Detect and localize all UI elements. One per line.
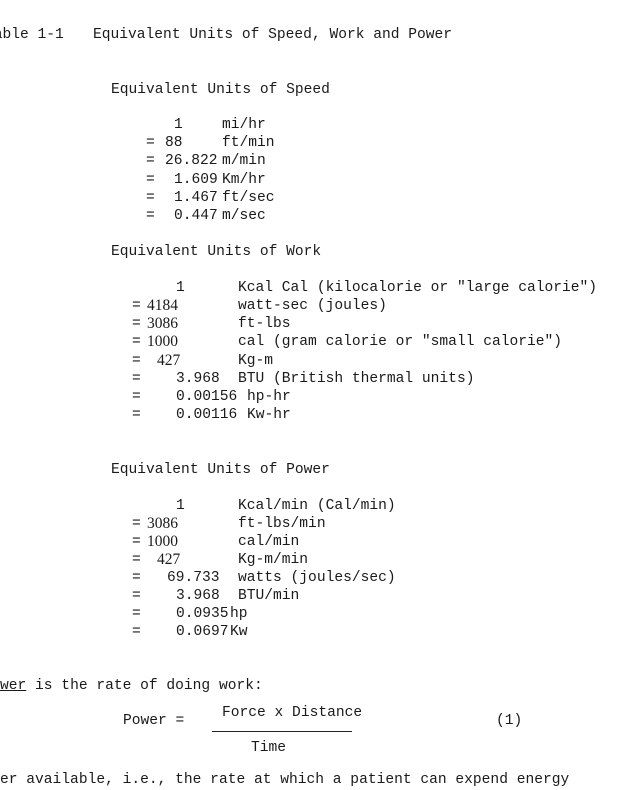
row-unit: Kcal/min (Cal/min): [238, 498, 396, 514]
equals-sign: =: [146, 172, 155, 188]
row-unit: Kw-hr: [247, 407, 291, 423]
row-value: 69.733: [167, 570, 220, 586]
row-value: 0.0697: [176, 624, 229, 640]
fraction-bar: [212, 731, 352, 732]
equals-sign: =: [132, 516, 141, 532]
equals-sign: =: [132, 606, 141, 622]
row-unit: Kcal Cal (kilocalorie or "large calorie"…: [238, 280, 598, 296]
definition-text: is the rate of doing work:: [26, 678, 263, 694]
row-unit: m/min: [222, 153, 266, 169]
row-value: 0.447: [174, 208, 218, 224]
row-unit: watt-sec (joules): [238, 298, 387, 314]
row-unit: Km/hr: [222, 172, 266, 188]
equation-number: (1): [496, 713, 523, 729]
equals-sign: =: [132, 624, 141, 640]
row-unit: Kw: [230, 624, 248, 640]
equals-sign: =: [132, 389, 141, 405]
row-unit: BTU/min: [238, 588, 300, 604]
equals-sign: =: [146, 208, 155, 224]
work-heading: Equivalent Units of Work: [111, 244, 322, 260]
equals-sign: =: [132, 371, 141, 387]
row-unit: ft/sec: [222, 190, 275, 206]
equals-sign: =: [146, 190, 155, 206]
equals-sign: =: [132, 407, 141, 423]
row-value: 1000: [147, 533, 178, 550]
power-definition: wer is the rate of doing work:: [0, 677, 263, 695]
equals-sign: =: [132, 534, 141, 550]
table-title: Equivalent Units of Speed, Work and Powe…: [93, 27, 453, 43]
equals-sign: =: [132, 552, 141, 568]
equals-sign: =: [146, 135, 155, 151]
row-unit: BTU (British thermal units): [238, 371, 475, 387]
row-value: 0.00116: [176, 407, 238, 423]
row-value: 427: [157, 551, 181, 568]
row-unit: ft-lbs/min: [238, 516, 326, 532]
paragraph-text: er available, i.e., the rate at which a …: [0, 772, 570, 788]
row-value: 427: [157, 352, 181, 369]
equals-sign: =: [132, 353, 141, 369]
equals-sign: =: [132, 298, 141, 314]
equals-sign: =: [146, 153, 155, 169]
row-unit: cal/min: [238, 534, 300, 550]
row-unit: hp-hr: [247, 389, 291, 405]
row-unit: mi/hr: [222, 117, 266, 133]
speed-heading: Equivalent Units of Speed: [111, 82, 330, 98]
formula-numerator: Force x Distance: [222, 705, 363, 721]
row-unit: ft/min: [222, 135, 275, 151]
row-value: 1: [174, 117, 183, 133]
row-unit: watts (joules/sec): [238, 570, 396, 586]
row-unit: Kg-m/min: [238, 552, 309, 568]
row-unit: cal (gram calorie or "small calorie"): [238, 334, 563, 350]
row-value: 1: [176, 280, 185, 296]
power-heading: Equivalent Units of Power: [111, 462, 330, 478]
row-value: 1.467: [174, 190, 218, 206]
row-value: 26.822: [165, 153, 218, 169]
row-value: 3.968: [176, 371, 220, 387]
row-value: 0.00156: [176, 389, 238, 405]
equals-sign: =: [132, 588, 141, 604]
formula-lhs: Power =: [123, 713, 185, 729]
equals-sign: =: [132, 570, 141, 586]
row-value: 3.968: [176, 588, 220, 604]
row-value: 3086: [147, 315, 178, 332]
row-value: 1.609: [174, 172, 218, 188]
row-value: 3086: [147, 515, 178, 532]
equals-sign: =: [132, 334, 141, 350]
row-unit: ft-lbs: [238, 316, 291, 332]
row-value: 88: [165, 135, 183, 151]
table-label: Table 1-1: [0, 27, 64, 43]
row-unit: m/sec: [222, 208, 266, 224]
row-unit: Kg-m: [238, 353, 274, 369]
formula-denominator: Time: [251, 740, 287, 756]
row-unit: hp: [230, 606, 248, 622]
row-value: 1: [176, 498, 185, 514]
equals-sign: =: [132, 316, 141, 332]
row-value: 0.0935: [176, 606, 229, 622]
defined-term: wer: [0, 678, 27, 694]
row-value: 1000: [147, 333, 178, 350]
row-value: 4184: [147, 297, 178, 314]
